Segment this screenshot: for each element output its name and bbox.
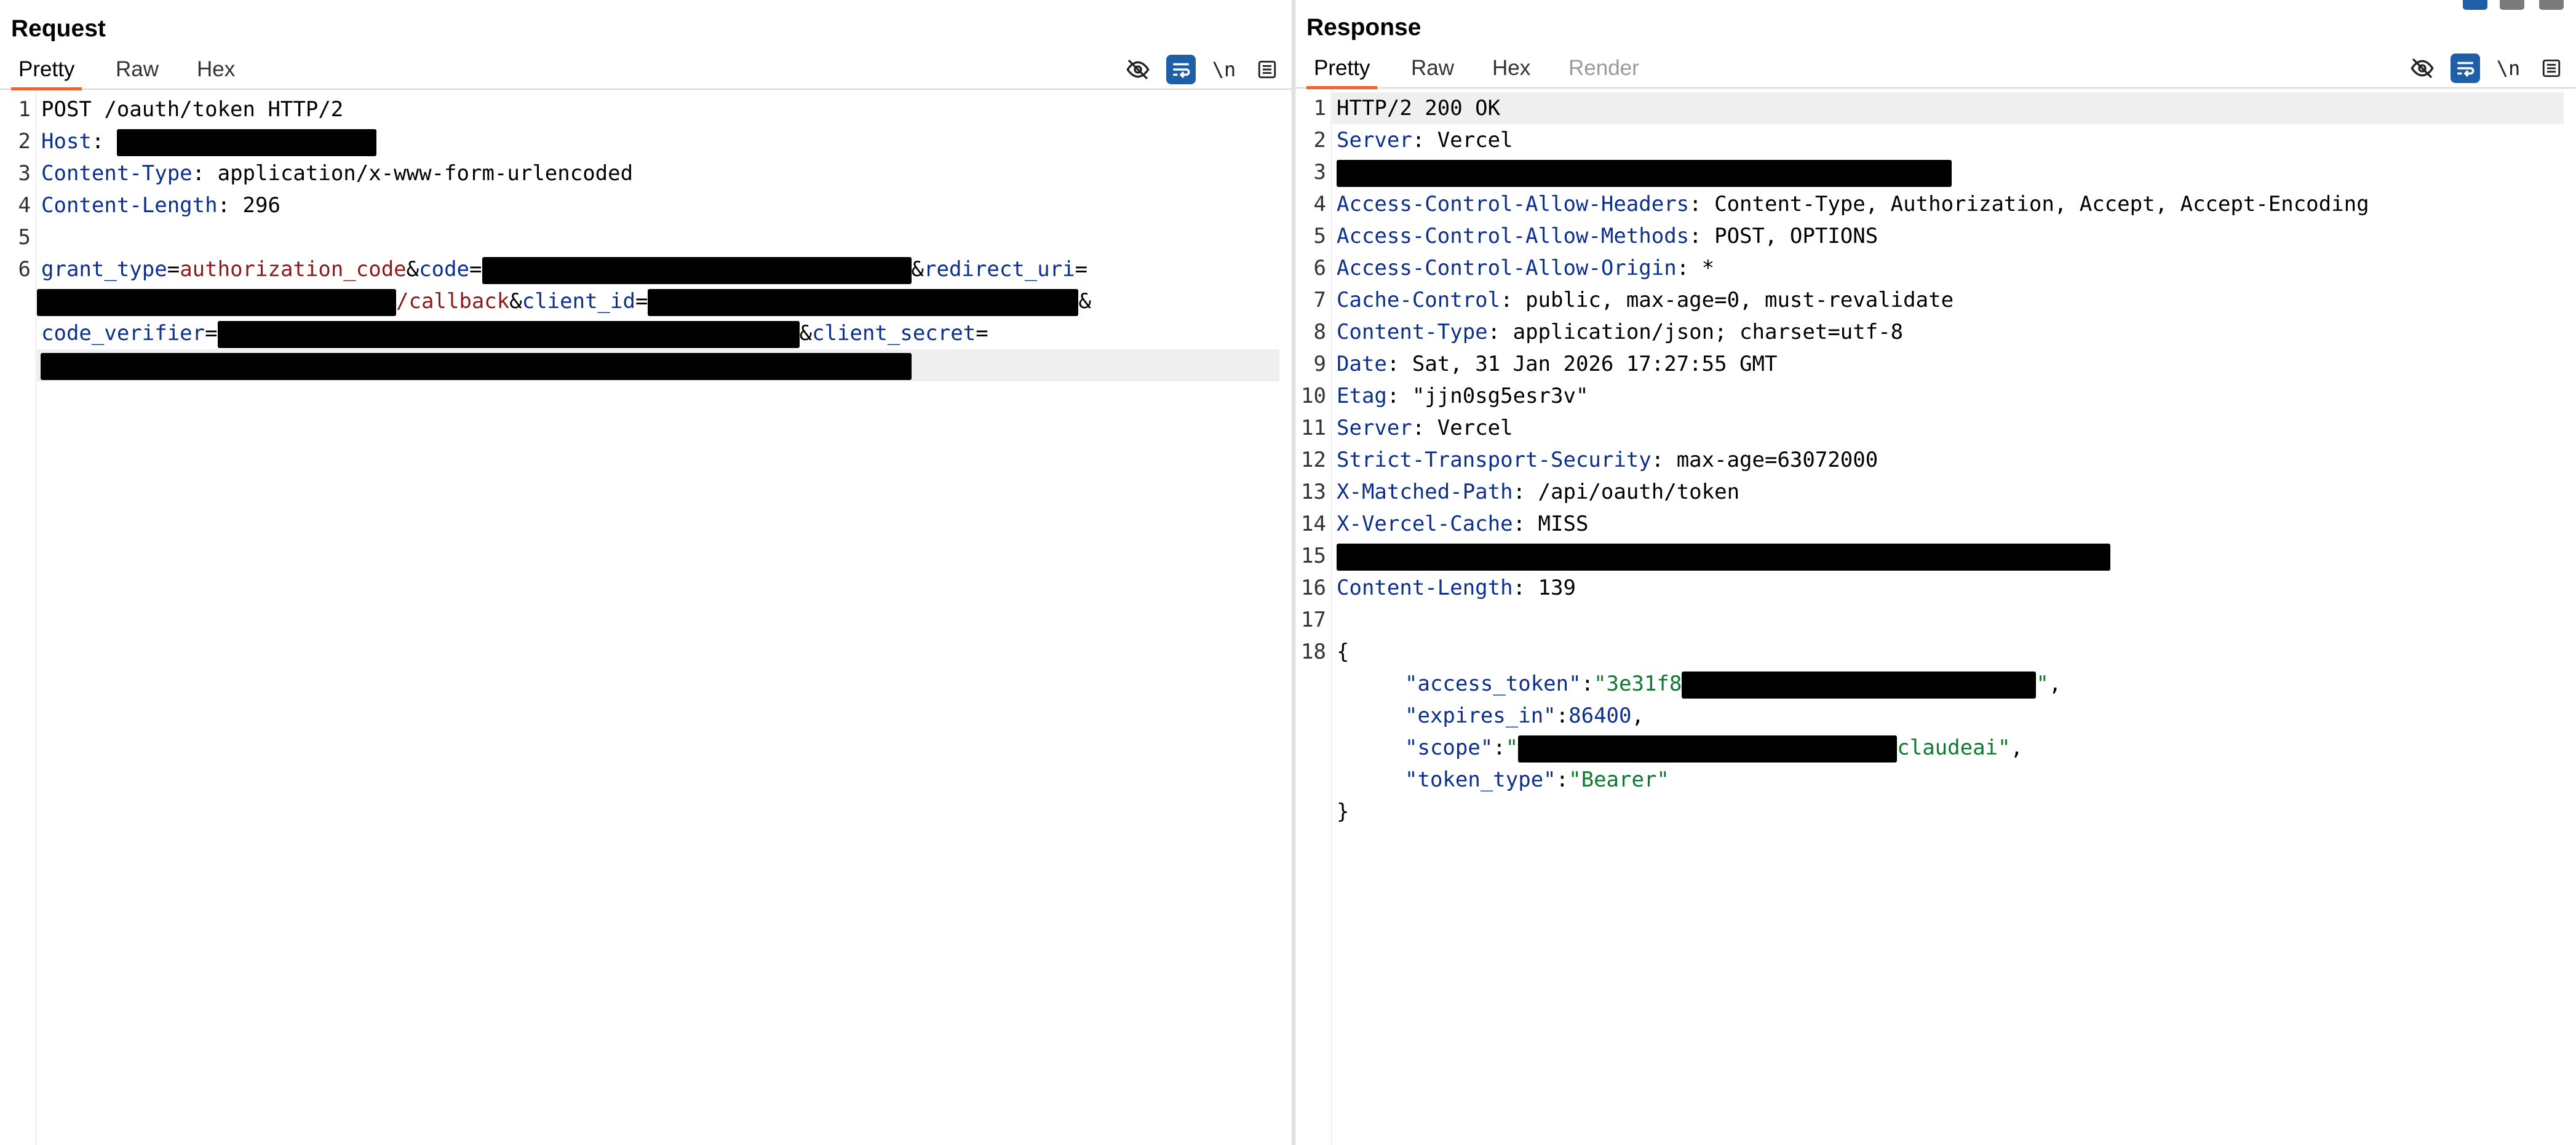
request-line-6: 6 grant_type=authorization_code&code= &re… <box>0 253 1292 285</box>
wrap-lines-icon[interactable] <box>1166 55 1196 84</box>
response-line-11: 11 Server: Vercel <box>1301 416 1513 440</box>
request-line-4: 4 Content-Length: 296 <box>18 193 280 218</box>
request-tab-raw[interactable]: Raw <box>108 52 166 87</box>
request-line-6-wrap-2: code_verifier= &client_secret= <box>0 317 1292 349</box>
redaction <box>37 288 396 316</box>
json-scope: "scope":" claudeai", <box>1295 732 2576 764</box>
response-editor[interactable]: HTTP/2 200 OK 1 2 Server: Vercel 3 4 Acc… <box>1295 90 2576 1145</box>
request-line-6-wrap-3 <box>37 349 1279 381</box>
redaction <box>41 352 912 380</box>
redaction <box>648 288 1079 316</box>
response-line-8: 8 Content-Type: application/json; charse… <box>1313 320 1904 344</box>
request-line-5: 5 <box>18 225 31 250</box>
response-line-12: 12 Strict-Transport-Security: max-age=63… <box>1301 448 1878 472</box>
response-line-5: 5 Access-Control-Allow-Methods: POST, OP… <box>1313 224 1878 248</box>
response-tabs: Pretty Raw Hex Render <box>1295 50 2576 89</box>
request-tabs: Pretty Raw Hex <box>0 52 1292 90</box>
response-line-7: 7 Cache-Control: public, max-age=0, must… <box>1313 288 1954 312</box>
response-line-15: 15 <box>1295 540 2576 572</box>
redaction <box>482 256 912 284</box>
request-title: Request <box>11 15 106 42</box>
request-line-6-wrap-1: /callback&client_id= & <box>0 285 1292 317</box>
request-line-3: 3 Content-Type: application/x-www-form-u… <box>18 161 634 186</box>
response-line-16: 16 Content-Length: 139 <box>1301 576 1576 600</box>
response-line-13: 13 X-Matched-Path: /api/oauth/token <box>1301 480 1740 504</box>
request-editor[interactable]: 1 POST /oauth/token HTTP/2 2 Host: 3 Con… <box>0 91 1292 1145</box>
wrap-lines-icon[interactable] <box>2451 53 2480 83</box>
json-close: } <box>1337 799 1350 824</box>
redaction <box>1337 543 2110 571</box>
eye-slash-icon[interactable] <box>2407 53 2437 83</box>
response-line-18: 18 { <box>1301 640 1350 664</box>
request-tab-pretty[interactable]: Pretty <box>11 52 82 90</box>
redaction <box>1682 671 2037 699</box>
response-line-9: 9 Date: Sat, 31 Jan 2026 17:27:55 GMT <box>1313 352 1778 376</box>
eye-slash-icon[interactable] <box>1123 55 1153 84</box>
header-key: Content-Length <box>41 193 218 218</box>
response-line-14: 14 X-Vercel-Cache: MISS <box>1301 512 1589 536</box>
header-key: Content-Type <box>41 161 193 186</box>
response-pane: Response Pretty Raw Hex Render \n HTTP/2… <box>1295 0 2576 1145</box>
response-line-1: HTTP/2 200 OK <box>1332 92 2564 124</box>
json-access-token: "access_token":"3e31f8 ", <box>1295 668 2576 700</box>
response-title: Response <box>1306 14 1421 41</box>
redaction <box>1337 159 1952 187</box>
header-key: Host <box>41 129 92 154</box>
response-line-4: 4 Access-Control-Allow-Headers: Content-… <box>1313 192 2369 216</box>
response-tab-raw[interactable]: Raw <box>1404 50 1461 86</box>
redaction <box>116 129 376 156</box>
json-expires-in: "expires_in":86400, <box>1405 703 1644 728</box>
response-line-6: 6 Access-Control-Allow-Origin: * <box>1313 256 1715 280</box>
request-line-2: 2 Host: <box>0 125 1292 157</box>
menu-icon[interactable] <box>2537 53 2566 83</box>
response-tab-pretty[interactable]: Pretty <box>1306 50 1378 89</box>
request-line-1: 1 POST /oauth/token HTTP/2 <box>18 97 344 122</box>
request-tab-hex[interactable]: Hex <box>189 52 242 87</box>
json-token-type: "token_type":"Bearer" <box>1405 767 1669 792</box>
response-line-2: 2 Server: Vercel <box>1313 128 1513 153</box>
newline-toggle[interactable]: \n <box>2494 53 2523 83</box>
response-line-17: 17 <box>1301 608 1326 632</box>
request-line-text: POST /oauth/token HTTP/2 <box>41 97 344 122</box>
request-pane: Request Pretty Raw Hex \n 1 POST /oauth/… <box>0 0 1292 1145</box>
menu-icon[interactable] <box>1252 55 1282 84</box>
response-toolbar: \n <box>2407 50 2566 86</box>
newline-toggle[interactable]: \n <box>1209 55 1239 84</box>
response-line-10: 10 Etag: "jjn0sg5esr3v" <box>1301 384 1589 408</box>
header-value: 296 <box>242 193 280 218</box>
request-toolbar: \n <box>1123 52 1282 87</box>
response-tab-render[interactable]: Render <box>1561 50 1647 86</box>
response-tab-hex[interactable]: Hex <box>1485 50 1538 86</box>
header-value: application/x-www-form-urlencoded <box>217 161 634 186</box>
redaction <box>1518 735 1898 763</box>
redaction <box>217 320 800 348</box>
response-line-3: 3 <box>1295 156 2576 188</box>
